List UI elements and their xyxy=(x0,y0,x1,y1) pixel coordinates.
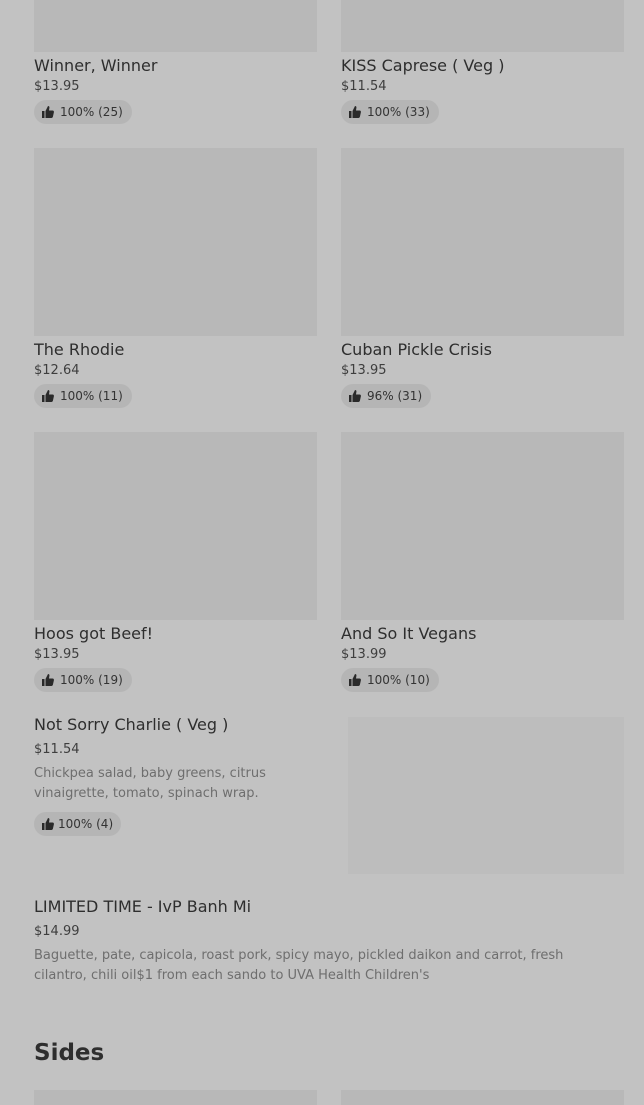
thumbs-up-icon xyxy=(349,106,361,118)
menu-item-card[interactable]: Winner, Winner $13.95 100% (25) xyxy=(34,0,317,124)
item-price: $13.95 xyxy=(341,363,387,378)
menu-item-card[interactable]: Hoos got Beef! $13.95 100% (19) xyxy=(34,432,317,692)
rating-badge: 100% (4) xyxy=(34,812,122,836)
item-name: The Rhodie xyxy=(34,340,125,359)
menu-item-card[interactable]: The Rhodie $12.64 100% (11) xyxy=(34,148,317,408)
menu-item-card[interactable]: KISS Caprese ( Veg ) $11.54 100% (33) xyxy=(341,0,624,124)
rating-text: 100% (33) xyxy=(367,105,430,119)
thumbs-up-icon xyxy=(349,674,361,686)
rating-text: 96% (31) xyxy=(367,389,423,403)
rating-badge: 100% (19) xyxy=(34,668,132,692)
item-name: And So It Vegans xyxy=(341,624,477,643)
item-name: Cuban Pickle Crisis xyxy=(341,340,492,359)
item-price: $12.64 xyxy=(34,363,80,378)
rating-text: 100% (25) xyxy=(60,105,123,119)
section-title-sides: Sides xyxy=(34,1040,105,1066)
menu-list-item[interactable]: LIMITED TIME - IvP Banh Mi $14.99 Baguet… xyxy=(34,894,624,986)
item-name: KISS Caprese ( Veg ) xyxy=(341,56,505,75)
item-price: $11.54 xyxy=(34,742,80,757)
thumbs-up-icon xyxy=(42,390,54,402)
menu-list-item[interactable]: Not Sorry Charlie ( Veg ) $11.54 Chickpe… xyxy=(34,712,624,874)
thumbs-up-icon xyxy=(42,818,54,830)
item-price: $13.95 xyxy=(34,79,80,94)
item-image xyxy=(34,148,317,336)
rating-badge: 96% (31) xyxy=(341,384,432,408)
item-image xyxy=(34,0,317,52)
menu-item-card[interactable]: And So It Vegans $13.99 100% (10) xyxy=(341,432,624,692)
menu-item-card[interactable]: Cuban Pickle Crisis $13.95 96% (31) xyxy=(341,148,624,408)
item-image xyxy=(348,717,624,874)
thumbs-up-icon xyxy=(42,674,54,686)
menu-item-card[interactable] xyxy=(34,1090,317,1105)
rating-text: 100% (10) xyxy=(367,673,430,687)
menu-item-card[interactable] xyxy=(341,1090,624,1105)
item-price: $14.99 xyxy=(34,924,80,939)
rating-badge: 100% (11) xyxy=(34,384,132,408)
rating-text: 100% (11) xyxy=(60,389,123,403)
item-description: Chickpea salad, baby greens, citrus vina… xyxy=(34,766,266,801)
item-name: Winner, Winner xyxy=(34,56,158,75)
rating-text: 100% (4) xyxy=(58,817,114,831)
item-name: LIMITED TIME - IvP Banh Mi xyxy=(34,897,252,916)
item-price: $11.54 xyxy=(341,79,387,94)
item-image xyxy=(341,432,624,620)
item-image xyxy=(341,0,624,52)
item-price: $13.95 xyxy=(34,647,80,662)
item-image xyxy=(341,148,624,336)
item-price: $13.99 xyxy=(341,647,387,662)
rating-badge: 100% (10) xyxy=(341,668,439,692)
item-name: Not Sorry Charlie ( Veg ) xyxy=(34,715,229,734)
thumbs-up-icon xyxy=(42,106,54,118)
rating-text: 100% (19) xyxy=(60,673,123,687)
thumbs-up-icon xyxy=(349,390,361,402)
rating-badge: 100% (33) xyxy=(341,100,439,124)
rating-badge: 100% (25) xyxy=(34,100,132,124)
item-image xyxy=(34,432,317,620)
item-description: Baguette, pate, capicola, roast pork, sp… xyxy=(34,948,564,983)
item-name: Hoos got Beef! xyxy=(34,624,154,643)
